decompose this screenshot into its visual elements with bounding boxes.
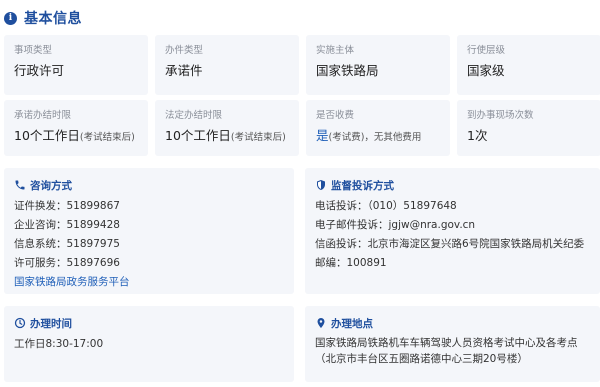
basic-info-row-1: 事项类型 行政许可 办件类型 承诺件 实施主体 国家铁路局 行使层级 国家级 bbox=[4, 35, 600, 95]
value-text: 10个工作日 bbox=[14, 128, 80, 143]
complaint-postcode: 邮编：100891 bbox=[315, 257, 387, 269]
complaint-email: 电子邮件投诉：jgjw@nra.gov.cn bbox=[315, 219, 476, 231]
card-value: 国家级 bbox=[467, 63, 505, 78]
card-implementer: 实施主体 国家铁路局 bbox=[306, 35, 450, 95]
consult-title: 咨询方式 bbox=[14, 178, 284, 192]
card-fee: 是否收费 是(考试费)，无其他费用 bbox=[306, 100, 450, 156]
card-label: 承诺办结时限 bbox=[14, 110, 72, 121]
card-label: 实施主体 bbox=[316, 45, 355, 56]
section-title: 基本信息 bbox=[24, 11, 82, 27]
card-level: 行使层级 国家级 bbox=[457, 35, 600, 95]
shield-icon bbox=[315, 179, 327, 191]
consult-line: 证件换发：51899867 bbox=[14, 200, 120, 212]
panel-title-text: 咨询方式 bbox=[30, 179, 72, 192]
card-item-type: 事项类型 行政许可 bbox=[4, 35, 148, 95]
card-label: 办件类型 bbox=[165, 45, 204, 56]
value-note: (考试结束后) bbox=[230, 132, 286, 143]
card-label: 行使层级 bbox=[467, 45, 506, 56]
basic-info-row-2: 承诺办结时限 10个工作日(考试结束后) 法定办结时限 10个工作日(考试结束后… bbox=[4, 100, 600, 156]
panel-title-text: 监督投诉方式 bbox=[331, 179, 394, 192]
card-case-type: 办件类型 承诺件 bbox=[155, 35, 299, 95]
clock-icon bbox=[14, 317, 26, 329]
panel-title-text: 办理时间 bbox=[30, 317, 72, 330]
hours-title: 办理时间 bbox=[14, 316, 284, 330]
card-label: 法定办结时限 bbox=[165, 110, 223, 121]
card-value: 10个工作日(考试结束后) bbox=[165, 128, 289, 146]
card-value: 是(考试费)，无其他费用 bbox=[316, 128, 440, 146]
card-value: 10个工作日(考试结束后) bbox=[14, 128, 138, 146]
card-value: 承诺件 bbox=[165, 63, 203, 78]
card-label: 是否收费 bbox=[316, 110, 355, 121]
supervise-panel: 监督投诉方式 电话投诉：（010）51897648 电子邮件投诉：jgjw@nr… bbox=[305, 168, 600, 294]
phone-icon bbox=[14, 179, 26, 191]
location-pin-icon bbox=[315, 317, 327, 329]
complaint-letter: 信函投诉：北京市海淀区复兴路6号院国家铁路局机关纪委 bbox=[315, 238, 585, 250]
place-address: （北京市丰台区五圈路诺德中心三期20号楼） bbox=[315, 353, 528, 365]
supervise-title: 监督投诉方式 bbox=[315, 178, 590, 192]
card-label: 事项类型 bbox=[14, 45, 53, 56]
section-header: i 基本信息 bbox=[4, 8, 82, 28]
fee-yes-link[interactable]: 是 bbox=[316, 128, 329, 143]
card-value: 国家铁路局 bbox=[316, 63, 379, 78]
card-value: 1次 bbox=[467, 128, 488, 143]
place-name: 国家铁路局铁路机车车辆驾驶人员资格考试中心及各考点 bbox=[315, 337, 578, 349]
value-text: 10个工作日 bbox=[165, 128, 231, 143]
card-promised-time: 承诺办结时限 10个工作日(考试结束后) bbox=[4, 100, 148, 156]
card-legal-time: 法定办结时限 10个工作日(考试结束后) bbox=[155, 100, 299, 156]
info-icon: i bbox=[4, 11, 17, 25]
consult-line: 信息系统：51897975 bbox=[14, 238, 120, 250]
card-label: 到办事现场次数 bbox=[467, 110, 534, 121]
value-note: (考试费)，无其他费用 bbox=[328, 132, 422, 143]
consult-line: 企业咨询：51899428 bbox=[14, 219, 120, 231]
consult-line: 许可服务：51897696 bbox=[14, 257, 120, 269]
value-note: (考试结束后) bbox=[79, 132, 135, 143]
consult-panel: 咨询方式 证件换发：51899867 企业咨询：51899428 信息系统：51… bbox=[4, 168, 294, 294]
service-platform-link[interactable]: 国家铁路局政务服务平台 bbox=[14, 273, 284, 292]
hours-panel: 办理时间 工作日8:30-17:00 bbox=[4, 306, 294, 382]
place-title: 办理地点 bbox=[315, 316, 590, 330]
card-visits: 到办事现场次数 1次 bbox=[457, 100, 600, 156]
complaint-phone: 电话投诉：（010）51897648 bbox=[315, 200, 457, 212]
card-value: 行政许可 bbox=[14, 63, 65, 78]
panel-title-text: 办理地点 bbox=[331, 317, 373, 330]
hours-value: 工作日8:30-17:00 bbox=[14, 338, 104, 350]
place-panel: 办理地点 国家铁路局铁路机车车辆驾驶人员资格考试中心及各考点 （北京市丰台区五圈… bbox=[305, 306, 600, 382]
